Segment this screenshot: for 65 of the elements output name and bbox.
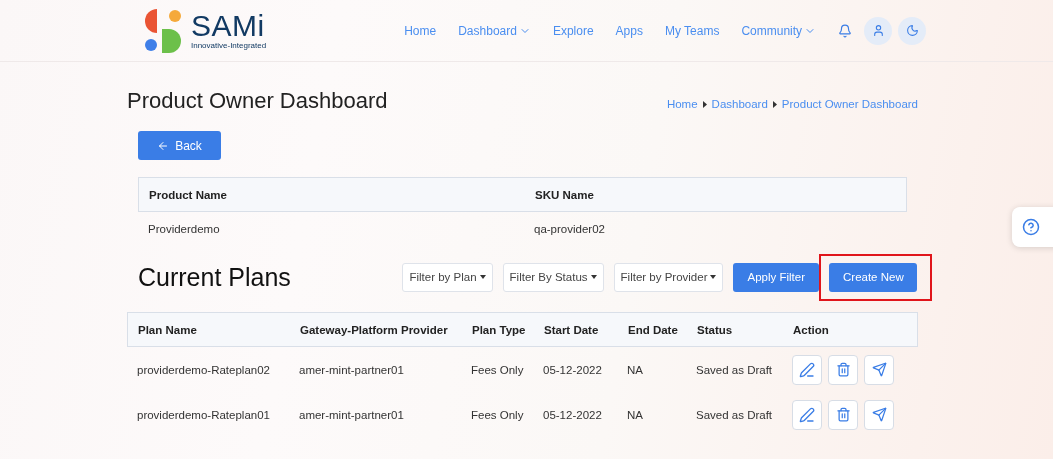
nav-link[interactable]: My Teams	[664, 23, 720, 38]
column-header: Plan Name	[137, 323, 198, 336]
nav-link[interactable]: Dashboard	[458, 23, 531, 38]
arrow-left-icon	[157, 139, 170, 152]
send-icon	[871, 362, 887, 377]
logo-tagline: Innovative-Integrated	[191, 41, 267, 50]
notification-icon[interactable]	[838, 23, 853, 38]
logo-icon	[143, 8, 183, 53]
breadcrumb-link[interactable]: Product Owner Dashboard	[781, 98, 918, 110]
edit-button[interactable]	[792, 354, 822, 385]
column-header: Plan Type	[471, 323, 527, 336]
filter-dropdown[interactable]: Filter by Provider	[613, 262, 724, 292]
logo-name: SAMi	[191, 11, 266, 41]
create-new-button[interactable]: Create New	[829, 262, 917, 292]
help-icon	[1022, 218, 1040, 236]
table-cell-text: Saved as Draft	[695, 363, 774, 376]
trash-icon	[835, 362, 851, 377]
table-cell-text: amer-mint-partner01	[298, 408, 405, 421]
column-header: SKU Name	[534, 188, 595, 201]
nav-link[interactable]: Apps	[615, 23, 643, 38]
send-icon	[871, 407, 887, 422]
table-cell-text: 05-12-2022	[542, 363, 603, 376]
apply-filter-button[interactable]: Apply Filter	[733, 262, 819, 292]
table-cell-text: 05-12-2022	[542, 408, 603, 421]
section-title: Current Plans	[138, 262, 292, 292]
column-header: Action	[792, 323, 830, 336]
column-header: Status	[696, 323, 734, 336]
send-button[interactable]	[864, 354, 894, 385]
help-button[interactable]	[1012, 207, 1053, 247]
back-button[interactable]: Back	[138, 131, 221, 160]
edit-button[interactable]	[792, 399, 822, 430]
column-header: Product Name	[148, 188, 228, 201]
edit-icon	[799, 406, 815, 423]
profile-button[interactable]	[864, 16, 893, 45]
filter-dropdown[interactable]: Filter by Plan	[402, 262, 493, 292]
table-cell-text: Fees Only	[470, 363, 525, 376]
nav-link[interactable]: Community	[741, 23, 817, 38]
column-header: End Date	[627, 323, 679, 336]
page-title: Product Owner Dashboard	[127, 88, 388, 114]
nav-link[interactable]: Home	[404, 23, 437, 38]
nav-link[interactable]: Explore	[552, 23, 594, 38]
filter-dropdown[interactable]: Filter By Status	[502, 262, 604, 292]
table-cell-text: Fees Only	[470, 408, 525, 421]
table-cell-text: amer-mint-partner01	[298, 363, 405, 376]
table-cell-text: Saved as Draft	[695, 408, 774, 421]
send-button[interactable]	[864, 399, 894, 430]
table-cell-text: Providerdemo	[147, 223, 221, 235]
table-cell-text: NA	[626, 408, 644, 421]
caret-icon	[702, 100, 707, 108]
table-cell-text: providerdemo-Rateplan01	[136, 408, 271, 421]
user-icon	[871, 24, 885, 37]
delete-button[interactable]	[828, 399, 858, 430]
breadcrumb-link[interactable]: Home	[666, 98, 698, 110]
breadcrumb-link[interactable]: Dashboard	[711, 98, 768, 110]
column-header: Gateway-Platform Provider	[299, 323, 449, 336]
edit-icon	[799, 361, 815, 378]
trash-icon	[835, 407, 851, 422]
table-cell-text: NA	[626, 363, 644, 376]
theme-button[interactable]	[898, 16, 927, 45]
moon-icon	[905, 24, 919, 37]
delete-button[interactable]	[828, 354, 858, 385]
column-header: Start Date	[543, 323, 600, 336]
table-cell-text: qa-provider02	[533, 223, 606, 235]
caret-icon	[772, 100, 777, 108]
table-cell-text: providerdemo-Rateplan02	[136, 363, 271, 376]
